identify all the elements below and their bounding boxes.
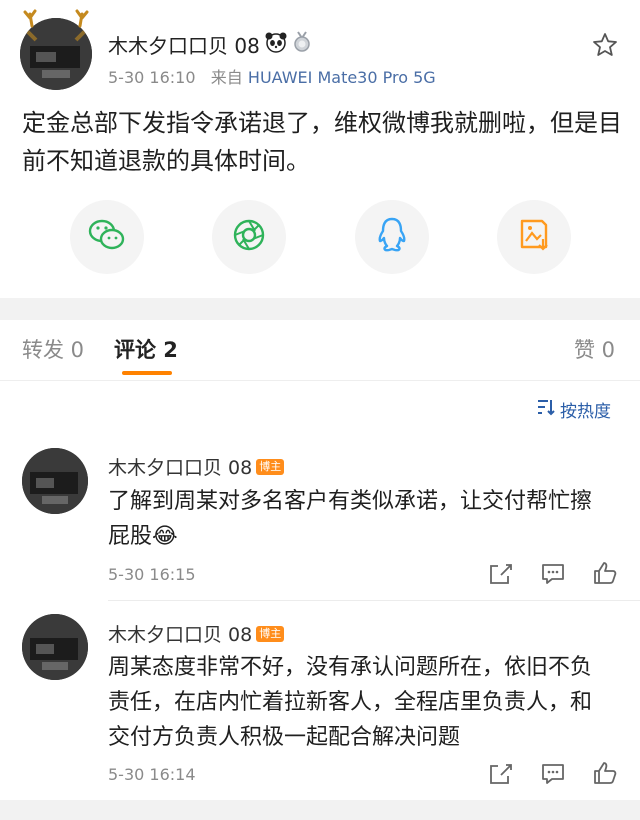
post-time: 5-30 16:10 — [108, 68, 196, 87]
share-save-image-button[interactable] — [497, 200, 571, 274]
post-author-label[interactable]: 木木夕口口贝 08 — [108, 30, 260, 59]
share-wechat-button[interactable] — [70, 200, 144, 274]
share-qq-button[interactable] — [355, 200, 429, 274]
medal-icon — [292, 31, 312, 58]
comment-author[interactable]: 木木夕口口贝 08 博主 — [108, 620, 285, 647]
favorite-star-icon[interactable] — [592, 32, 618, 58]
post-author-avatar[interactable] — [20, 18, 92, 90]
active-tab-indicator — [122, 371, 172, 375]
comment-author-name[interactable]: 木木夕口口贝 08 — [108, 453, 252, 480]
comment-author[interactable]: 木木夕口口贝 08 博主 — [108, 453, 285, 480]
tab-comments[interactable]: 评论 2 — [114, 334, 178, 364]
save-image-icon — [517, 217, 551, 257]
sort-icon — [536, 398, 556, 421]
tab-likes[interactable]: 赞 0 — [574, 334, 615, 364]
comment-time: 5-30 16:14 — [108, 765, 196, 784]
sort-label: 按热度 — [560, 402, 611, 422]
sort-by-hot-button[interactable]: 按热度 — [536, 397, 611, 422]
post-text: 定金总部下发指令承诺退了，维权微博我就删啦，但是目前不知道退款的具体时间。 — [22, 109, 622, 175]
comment-avatar[interactable] — [22, 614, 88, 680]
comment-time: 5-30 16:15 — [108, 565, 196, 584]
tabs-divider — [0, 380, 640, 381]
moments-icon — [231, 217, 267, 257]
comment-icon[interactable] — [540, 562, 566, 586]
section-separator — [0, 298, 640, 320]
post-device-link[interactable]: HUAWEI Mate30 Pro 5G — [248, 68, 436, 87]
comment-divider — [108, 600, 640, 601]
share-icon[interactable] — [488, 762, 514, 786]
antler-decoration — [22, 8, 90, 28]
qq-icon — [375, 216, 409, 258]
like-icon[interactable] — [592, 560, 618, 584]
share-icon[interactable] — [488, 562, 514, 586]
comment-text: 周某态度非常不好，没有承认问题所在，依旧不负责任，在店内忙着拉新客人，全程店里负… — [108, 655, 593, 750]
comment-author-name[interactable]: 木木夕口口贝 08 — [108, 620, 252, 647]
bottom-separator — [0, 800, 640, 820]
comment-text: 了解到周某对多名客户有类似承诺，让交付帮忙擦屁股😂 — [108, 489, 593, 549]
interaction-tabs: 转发 0 评论 2 赞 0 — [0, 320, 640, 380]
tab-repost[interactable]: 转发 0 — [22, 334, 84, 364]
comment-avatar[interactable] — [22, 448, 88, 514]
comment-icon[interactable] — [540, 762, 566, 786]
like-icon[interactable] — [592, 760, 618, 784]
post-meta: 5-30 16:10 来自 HUAWEI Mate30 Pro 5G — [108, 64, 436, 88]
share-moments-button[interactable] — [212, 200, 286, 274]
author-badge: 博主 — [256, 625, 285, 642]
post-author-name[interactable]: 木木夕口口贝 08 — [108, 30, 312, 59]
panda-icon — [264, 31, 288, 58]
author-badge: 博主 — [256, 458, 285, 475]
post-source-prefix: 来自 — [210, 68, 243, 87]
wechat-icon — [87, 217, 127, 257]
